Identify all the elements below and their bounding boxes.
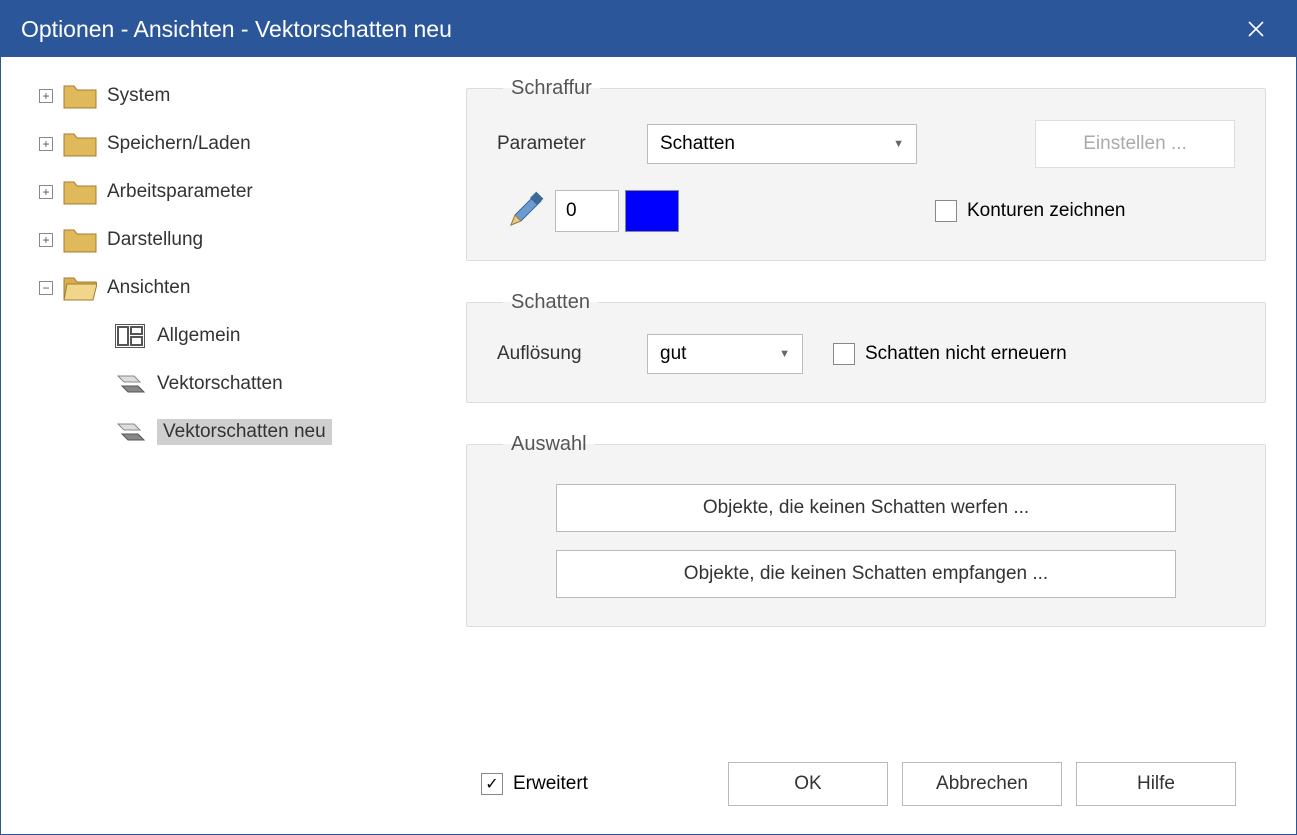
expand-icon[interactable]: + (39, 185, 53, 199)
group-auswahl: Auswahl Objekte, die keinen Schatten wer… (466, 433, 1266, 627)
nicht-erneuern-checkbox-row[interactable]: Schatten nicht erneuern (833, 343, 1067, 365)
konturen-checkbox-row[interactable]: Konturen zeichnen (935, 200, 1235, 222)
tree-label: Arbeitsparameter (107, 181, 253, 203)
tree-item-vektorschatten-neu[interactable]: Vektorschatten neu (11, 408, 441, 456)
aufloesung-select[interactable]: gut ▼ (647, 334, 803, 374)
parameter-select[interactable]: Schatten ▼ (647, 124, 917, 164)
checkbox-label: Erweitert (513, 773, 588, 795)
tree-label: Speichern/Laden (107, 133, 251, 155)
no-shadow-cast-button[interactable]: Objekte, die keinen Schatten werfen ... (556, 484, 1176, 532)
erweitert-checkbox-row[interactable]: ✓ Erweitert (481, 773, 588, 795)
tree-item-system[interactable]: + System (11, 72, 441, 120)
close-button[interactable] (1236, 9, 1276, 49)
close-icon (1248, 21, 1264, 37)
nav-tree: + System + Speichern/Laden + Arbeitspara… (1, 57, 451, 834)
group-legend: Schraffur (503, 77, 600, 100)
tree-item-ansichten[interactable]: − Ansichten (11, 264, 441, 312)
cancel-button[interactable]: Abbrechen (902, 762, 1062, 806)
group-schraffur: Schraffur Parameter Schatten ▼ Einstelle… (466, 77, 1266, 261)
group-legend: Schatten (503, 291, 598, 314)
layout-icon (113, 322, 147, 350)
shadow-icon (113, 418, 147, 446)
tree-label: Darstellung (107, 229, 203, 251)
checkbox-label: Schatten nicht erneuern (865, 343, 1067, 365)
shadow-icon (113, 370, 147, 398)
dialog-title: Optionen - Ansichten - Vektorschatten ne… (21, 16, 1236, 43)
folder-icon (63, 226, 97, 254)
aufloesung-label: Auflösung (497, 343, 647, 365)
checkbox-label: Konturen zeichnen (967, 200, 1125, 222)
checkbox-unchecked[interactable] (935, 200, 957, 222)
folder-icon (63, 178, 97, 206)
dialog-body: + System + Speichern/Laden + Arbeitspara… (1, 57, 1296, 834)
tree-label: Vektorschatten (157, 373, 283, 395)
no-shadow-receive-button[interactable]: Objekte, die keinen Schatten empfangen .… (556, 550, 1176, 598)
folder-open-icon (63, 274, 97, 302)
collapse-icon[interactable]: − (39, 281, 53, 295)
folder-icon (63, 130, 97, 158)
tree-label: System (107, 85, 170, 107)
tree-label: Ansichten (107, 277, 190, 299)
footer: ✓ Erweitert OK Abbrechen Hilfe (466, 754, 1266, 824)
folder-icon (63, 82, 97, 110)
tree-label: Vektorschatten neu (157, 419, 332, 445)
tree-label: Allgemein (157, 325, 240, 347)
parameter-label: Parameter (497, 133, 647, 155)
dialog: Optionen - Ansichten - Vektorschatten ne… (0, 0, 1297, 835)
select-value: Schatten (660, 133, 735, 155)
checkbox-checked[interactable]: ✓ (481, 773, 503, 795)
line-width-input[interactable]: 0 (555, 190, 619, 232)
ok-button[interactable]: OK (728, 762, 888, 806)
expand-icon[interactable]: + (39, 233, 53, 247)
tree-item-darstellung[interactable]: + Darstellung (11, 216, 441, 264)
group-schatten: Schatten Auflösung gut ▼ Schatten nicht … (466, 291, 1266, 403)
group-legend: Auswahl (503, 433, 595, 456)
chevron-down-icon: ▼ (893, 138, 904, 150)
tree-item-allgemein[interactable]: Allgemein (11, 312, 441, 360)
tree-item-arbeitsparameter[interactable]: + Arbeitsparameter (11, 168, 441, 216)
tree-item-speichern[interactable]: + Speichern/Laden (11, 120, 441, 168)
expand-icon[interactable]: + (39, 89, 53, 103)
pencil-icon (505, 191, 545, 231)
content-panel: Schraffur Parameter Schatten ▼ Einstelle… (451, 57, 1296, 834)
expand-icon[interactable]: + (39, 137, 53, 151)
color-swatch[interactable] (625, 190, 679, 232)
help-button[interactable]: Hilfe (1076, 762, 1236, 806)
select-value: gut (660, 343, 686, 365)
checkbox-unchecked[interactable] (833, 343, 855, 365)
titlebar: Optionen - Ansichten - Vektorschatten ne… (1, 1, 1296, 57)
tree-item-vektorschatten[interactable]: Vektorschatten (11, 360, 441, 408)
einstellen-button[interactable]: Einstellen ... (1035, 120, 1235, 168)
chevron-down-icon: ▼ (779, 348, 790, 360)
